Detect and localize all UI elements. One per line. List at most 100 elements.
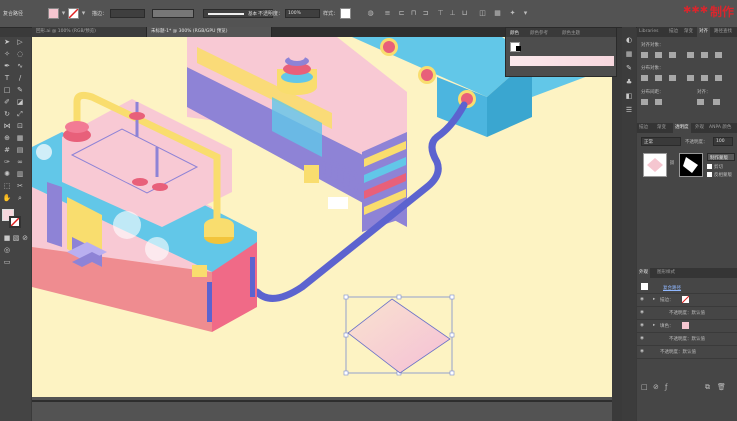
graph-tool-icon[interactable]: ▥ [15,169,25,179]
gradient-tool-icon[interactable]: ▤ [15,145,25,155]
tab-appearance[interactable]: 外观 [693,123,706,133]
pen-tool-icon[interactable]: ✒ [2,61,12,71]
align-hcenter-icon[interactable] [655,52,662,58]
distribute-hcenter-icon[interactable] [701,75,708,81]
free-transform-icon[interactable]: ⊡ [15,121,25,131]
tab-document-2[interactable]: 未标题-1* @ 300% (RGB/GPU 预览) [147,27,272,37]
color-panel-tab-themes[interactable]: 颜色主题 [562,30,580,36]
shape-builder-icon[interactable]: ⊕ [2,133,12,143]
graphic-styles-icon[interactable]: ◧ [624,91,634,101]
zoom-tool-icon[interactable]: ⌕ [15,193,25,203]
hand-tool-icon[interactable]: ✋ [2,193,12,203]
invert-mask-checkbox[interactable] [707,172,712,177]
color-panel-tab-color[interactable]: 颜色 [510,30,519,36]
align-bottom-icon[interactable] [715,52,722,58]
distribute-vcenter-icon[interactable] [655,75,662,81]
graphic-style-swatch[interactable] [340,8,351,19]
edit-contents-icon[interactable]: ✦ [508,9,517,18]
layers-icon[interactable]: ☰ [624,105,634,115]
clip-checkbox[interactable] [707,164,712,169]
tab-stroke-2[interactable]: 描边 [637,123,650,133]
align-center-icon[interactable]: ⊓ [409,9,418,18]
mask-link-icon[interactable]: ⛓ [669,161,675,166]
expand-icon[interactable]: ▸ [653,297,655,302]
lasso-icon[interactable]: ◌ [15,49,25,59]
magic-wand-icon[interactable]: ✧ [2,49,12,59]
visibility-eye-icon[interactable]: ◉ [640,323,644,328]
tab-transparency[interactable]: 透明度 [673,123,691,133]
color-panel-stroke-swatch[interactable] [516,46,521,51]
color-panel-icon[interactable]: ◐ [624,35,634,45]
direct-selection-icon[interactable]: ▷ [15,37,25,47]
eraser-icon[interactable]: ◪ [15,97,25,107]
color-panel-tab-guide[interactable]: 颜色参考 [530,30,548,36]
duplicate-item-icon[interactable]: ⧉ [705,383,710,392]
none-mode-icon[interactable]: ⊘ [20,233,30,243]
screen-mode-icon[interactable]: ▭ [2,257,12,267]
visibility-eye-icon[interactable]: ◉ [640,310,644,315]
stroke-dropdown-icon[interactable]: ▾ [79,9,88,18]
tab-stroke[interactable]: 描边 [667,27,680,37]
stroke-color-box[interactable] [9,216,21,228]
align-icon[interactable]: ≡ [383,9,392,18]
appearance-fill-swatch[interactable] [682,322,689,329]
recolor-icon[interactable]: ◍ [366,9,375,18]
align-left-icon[interactable]: ⊏ [397,9,406,18]
scale-tool-icon[interactable]: ⤢ [15,109,25,119]
paintbrush-icon[interactable]: ✎ [15,85,25,95]
mask-thumbnail[interactable] [679,153,703,177]
opacity-field[interactable]: 100% [285,9,320,18]
transparency-opacity-field[interactable]: 100 [713,137,733,146]
align-bottom-icon[interactable]: ⊔ [460,9,469,18]
transform-icon[interactable]: ◫ [478,9,487,18]
align-middle-icon[interactable]: ⊥ [448,9,457,18]
tab-graphic-styles[interactable]: 图形样式 [655,268,677,278]
variable-width-profile[interactable] [152,9,194,18]
distribute-top-icon[interactable] [641,75,648,81]
stroke-weight-field[interactable] [110,9,145,18]
rotate-tool-icon[interactable]: ↻ [2,109,12,119]
align-left-icon[interactable] [641,52,648,58]
fx-icon[interactable]: ƒ [665,383,667,391]
artboard-canvas[interactable] [32,37,612,397]
tab-align[interactable]: 对齐 [697,27,710,37]
align-to-artboard-icon[interactable] [713,99,720,105]
line-tool-icon[interactable]: / [15,73,25,83]
isolate-icon[interactable]: ▦ [493,9,502,18]
curvature-icon[interactable]: ∿ [15,61,25,71]
selection-tool-icon[interactable]: ➤ [2,37,12,47]
tab-anpa-color[interactable]: ANPA 颜色 [707,123,733,133]
tab-gradient[interactable]: 渐变 [682,27,695,37]
align-to-selection-icon[interactable] [697,99,704,105]
shaper-tool-icon[interactable]: ✐ [2,97,12,107]
distribute-right-icon[interactable] [715,75,722,81]
align-top-icon[interactable]: ⊤ [436,9,445,18]
visibility-eye-icon[interactable]: ◉ [640,336,644,341]
type-tool-icon[interactable]: T [2,73,12,83]
fill-swatch[interactable] [48,8,59,19]
width-tool-icon[interactable]: ⋈ [2,121,12,131]
new-art-icon[interactable]: □ [641,383,648,391]
align-vcenter-icon[interactable] [701,52,708,58]
more-options-icon[interactable]: ▾ [521,9,530,18]
align-right-icon[interactable]: ⊐ [421,9,430,18]
blend-tool-icon[interactable]: ∞ [15,157,25,167]
make-mask-button[interactable]: 制作蒙版 [707,153,735,161]
color-spectrum-bar[interactable] [510,56,614,66]
rectangle-tool-icon[interactable]: □ [2,85,12,95]
tab-libraries[interactable]: Libraries [637,27,660,37]
blend-mode-select[interactable]: 正常 [641,137,681,146]
tab-document-1[interactable]: 回形.ai @ 100% (RGB/预览) [32,27,147,37]
mesh-tool-icon[interactable]: # [2,145,12,155]
align-top-icon[interactable] [687,52,694,58]
tab-pathfinder[interactable]: 路径查找 [712,27,734,37]
fill-dropdown-icon[interactable]: ▾ [59,9,68,18]
appearance-stroke-swatch[interactable] [682,296,689,303]
eyedropper-icon[interactable]: ✑ [2,157,12,167]
artboard-tool-icon[interactable]: ⬚ [2,181,12,191]
slice-tool-icon[interactable]: ✂ [15,181,25,191]
distribute-left-icon[interactable] [687,75,694,81]
distribute-v-spacing-icon[interactable] [641,99,648,105]
align-right-icon[interactable] [669,52,676,58]
stroke-swatch[interactable] [68,8,79,19]
